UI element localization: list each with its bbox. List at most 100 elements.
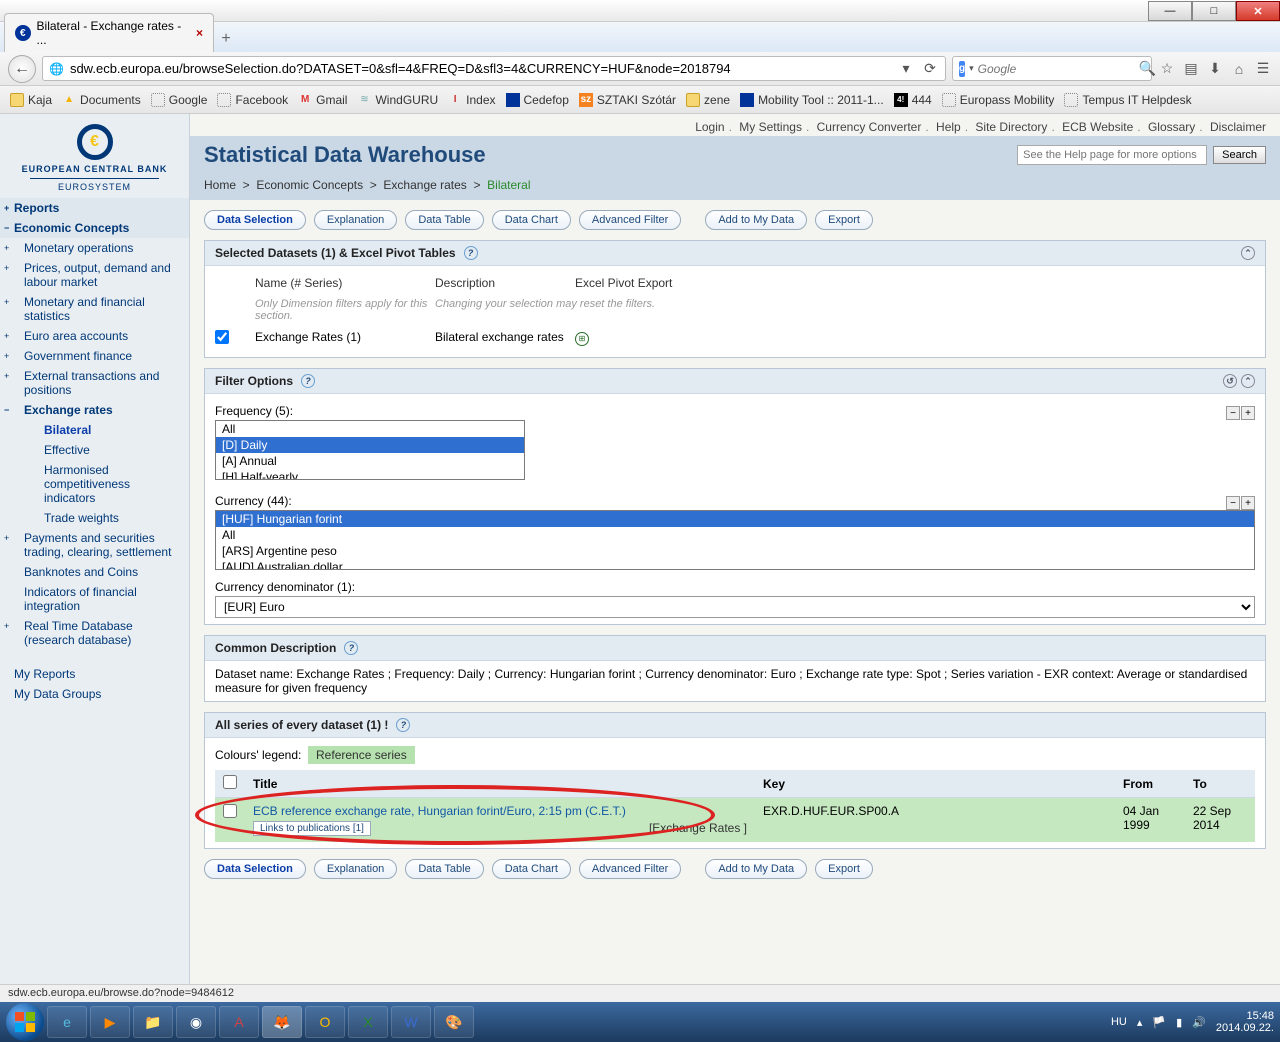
crumb-home[interactable]: Home [204,178,236,192]
browser-search-input[interactable] [978,62,1135,76]
bookmark-star-icon[interactable]: ☆ [1158,60,1176,77]
downloads-icon[interactable]: ⬇ [1206,60,1224,77]
nav-reports[interactable]: +Reports [0,198,189,218]
tab-add-mydata[interactable]: Add to My Data [705,859,807,879]
bookmark-item[interactable]: Europass Mobility [942,93,1055,107]
tray-clock[interactable]: 15:48 2014.09.22. [1216,1010,1274,1034]
nav-realtime[interactable]: +Real Time Database (research database) [0,616,189,650]
help-search-input[interactable] [1017,145,1207,165]
denominator-select[interactable]: [EUR] Euro [215,596,1255,618]
bookmark-item[interactable]: szSZTAKI Szótár [579,93,676,107]
tab-explanation[interactable]: Explanation [314,859,398,879]
cur-opt-all[interactable]: All [216,527,1254,543]
task-explorer[interactable]: 📁 [133,1006,173,1038]
bookmark-item[interactable]: Google [151,93,208,107]
nav-economic-concepts[interactable]: −Economic Concepts [0,218,189,238]
tab-export[interactable]: Export [815,859,873,879]
task-word[interactable]: W [391,1006,431,1038]
series-title-link[interactable]: ECB reference exchange rate, Hungarian f… [253,804,626,818]
cur-opt-ars[interactable]: [ARS] Argentine peso [216,543,1254,559]
bookmark-item[interactable]: Tempus IT Helpdesk [1064,93,1191,107]
task-outlook[interactable]: O [305,1006,345,1038]
dropdown-icon[interactable]: ▾ [969,63,974,74]
cur-opt-aud[interactable]: [AUD] Australian dollar [216,559,1254,570]
back-button[interactable]: ← [8,55,36,83]
search-icon[interactable]: 🔍 [1139,60,1156,77]
nav-exchange-rates[interactable]: −Exchange rates [0,400,189,420]
menu-icon[interactable]: ☰ [1254,60,1272,77]
task-excel[interactable]: X [348,1006,388,1038]
tab-close-icon[interactable]: × [196,26,203,40]
library-icon[interactable]: ▤ [1182,60,1200,77]
nav-my-reports[interactable]: My Reports [0,664,189,684]
cur-opt-huf[interactable]: [HUF] Hungarian forint [216,511,1254,527]
bookmark-item[interactable]: IIndex [448,93,495,107]
link-site-dir[interactable]: Site Directory [975,120,1047,134]
new-tab-button[interactable]: + [214,26,238,52]
nav-trade-weights[interactable]: Trade weights [0,508,189,528]
link-login[interactable]: Login [695,120,724,134]
tab-data-selection[interactable]: Data Selection [204,859,306,879]
crumb-xr[interactable]: Exchange rates [383,178,466,192]
link-ecb-site[interactable]: ECB Website [1062,120,1133,134]
tray-volume-icon[interactable]: 🔊 [1192,1016,1206,1029]
start-button[interactable] [6,1003,44,1041]
tab-data-chart[interactable]: Data Chart [492,210,571,230]
link-converter[interactable]: Currency Converter [817,120,922,134]
task-ie[interactable]: e [47,1006,87,1038]
tab-advanced-filter[interactable]: Advanced Filter [579,210,681,230]
bookmark-item[interactable]: Mobility Tool :: 2011-1... [740,93,884,107]
ecb-logo[interactable]: EUROPEAN CENTRAL BANK EUROSYSTEM [0,114,189,198]
bookmark-item[interactable]: ▲Documents [62,93,141,107]
tab-advanced-filter[interactable]: Advanced Filter [579,859,681,879]
link-disclaimer[interactable]: Disclaimer [1210,120,1266,134]
tab-explanation[interactable]: Explanation [314,210,398,230]
window-close-button[interactable]: ✕ [1236,1,1280,21]
bookmark-item[interactable]: MGmail [298,93,347,107]
window-minimize-button[interactable]: — [1148,1,1192,21]
bookmark-item[interactable]: Kaja [10,93,52,107]
reload-icon[interactable]: ⟳ [921,60,939,77]
link-help[interactable]: Help [936,120,961,134]
nav-banknotes[interactable]: Banknotes and Coins [0,562,189,582]
bookmark-item[interactable]: ≋WindGURU [357,93,438,107]
currency-listbox[interactable]: [HUF] Hungarian forint All [ARS] Argenti… [215,510,1255,570]
tab-export[interactable]: Export [815,210,873,230]
browser-tab-active[interactable]: € Bilateral - Exchange rates - ... × [4,13,214,52]
link-settings[interactable]: My Settings [739,120,802,134]
tray-up-icon[interactable]: ▴ [1137,1016,1143,1029]
refresh-icon[interactable]: ↺ [1223,374,1237,388]
info-icon[interactable]: ? [464,246,478,260]
nav-external[interactable]: +External transactions and positions [0,366,189,400]
task-firefox[interactable]: 🦊 [262,1006,302,1038]
url-input[interactable] [70,61,891,76]
nav-indicators[interactable]: Indicators of financial integration [0,582,189,616]
link-glossary[interactable]: Glossary [1148,120,1195,134]
info-icon[interactable]: ? [344,641,358,655]
dropdown-icon[interactable]: ▾ [897,60,915,77]
nav-effective[interactable]: Effective [0,440,189,460]
collapse-icon[interactable]: ⌃ [1241,374,1255,388]
task-chrome[interactable]: ◉ [176,1006,216,1038]
nav-euro-accounts[interactable]: +Euro area accounts [0,326,189,346]
tray-lang[interactable]: HU [1111,1016,1127,1028]
excel-export-icon[interactable]: ⊞ [575,332,589,346]
nav-monetary-fin[interactable]: +Monetary and financial statistics [0,292,189,326]
url-bar[interactable]: 🌐 ▾ ⟳ [42,56,946,81]
shrink-button[interactable]: − [1226,496,1240,510]
bookmark-item[interactable]: zene [686,93,730,107]
freq-opt-half[interactable]: [H] Half-yearly [216,469,524,480]
select-all-checkbox[interactable] [223,775,237,789]
tab-data-chart[interactable]: Data Chart [492,859,571,879]
links-publications-button[interactable]: Links to publications [1] [253,821,371,836]
nav-gov-finance[interactable]: +Government finance [0,346,189,366]
nav-payments[interactable]: +Payments and securities trading, cleari… [0,528,189,562]
bookmark-item[interactable]: Cedefop [506,93,569,107]
tray-network-icon[interactable]: ▮ [1176,1016,1182,1029]
info-icon[interactable]: ? [396,718,410,732]
nav-monetary-ops[interactable]: +Monetary operations [0,238,189,258]
window-maximize-button[interactable]: □ [1192,1,1236,21]
nav-bilateral[interactable]: Bilateral [0,420,189,440]
tab-add-mydata[interactable]: Add to My Data [705,210,807,230]
collapse-icon[interactable]: ⌃ [1241,246,1255,260]
